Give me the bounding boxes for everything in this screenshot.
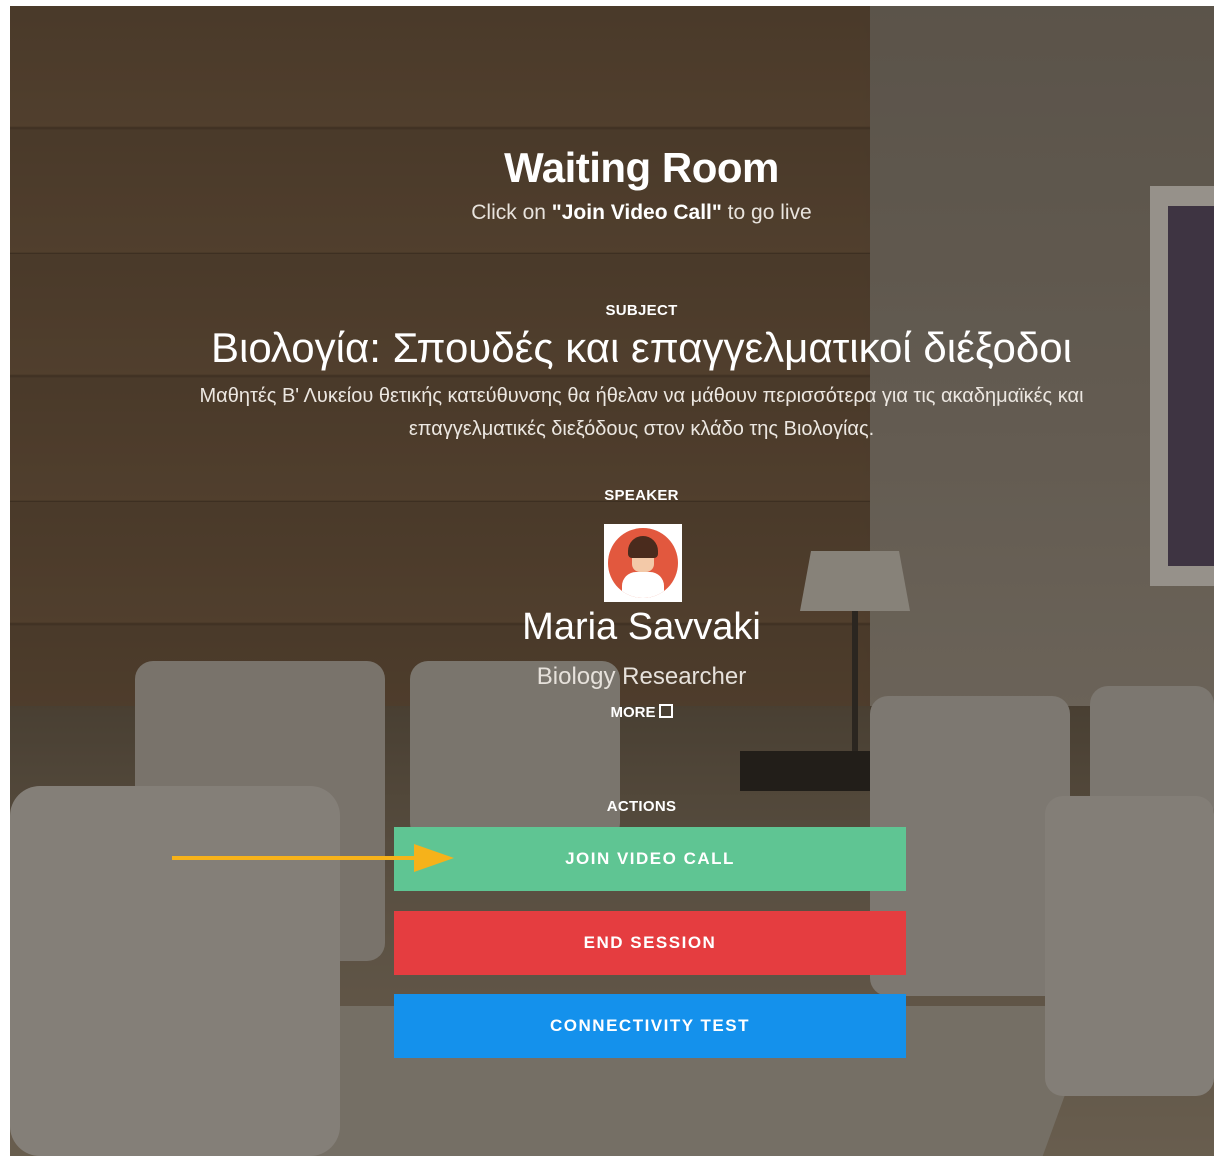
end-session-button[interactable]: END SESSION <box>394 911 906 975</box>
subtitle-prefix: Click on <box>471 201 552 224</box>
page-subtitle: Click on "Join Video Call" to go live <box>10 201 1214 225</box>
pointer-arrow-head-icon <box>414 844 454 872</box>
avatar-icon <box>604 524 682 602</box>
pointer-arrow-line <box>172 856 422 860</box>
subject-description: Μαθητές Β' Λυκείου θετικής κατεύθυνσης θ… <box>199 385 1084 440</box>
page-title: Waiting Room <box>504 144 779 191</box>
speaker-role: Biology Researcher <box>536 663 747 690</box>
connectivity-test-button[interactable]: CONNECTIVITY TEST <box>394 994 906 1058</box>
more-link-label: MORE <box>610 704 656 721</box>
speaker-label: SPEAKER <box>604 487 679 504</box>
subject-label: SUBJECT <box>605 302 678 319</box>
join-video-call-button[interactable]: JOIN VIDEO CALL <box>394 827 906 891</box>
more-link[interactable]: MORE <box>10 704 1214 721</box>
speaker-name: Maria Savvaki <box>522 606 761 648</box>
external-link-icon <box>658 704 673 718</box>
waiting-room-page: Waiting Room Click on "Join Video Call" … <box>10 6 1214 1156</box>
waiting-room-content: Waiting Room Click on "Join Video Call" … <box>10 6 1214 1156</box>
subtitle-emphasis: "Join Video Call" <box>551 201 722 224</box>
subtitle-suffix: to go live <box>721 201 812 224</box>
subject-title: Βιολογία: Σπουδές και επαγγελματικοί διέ… <box>211 324 1072 371</box>
actions-label: ACTIONS <box>606 798 677 815</box>
